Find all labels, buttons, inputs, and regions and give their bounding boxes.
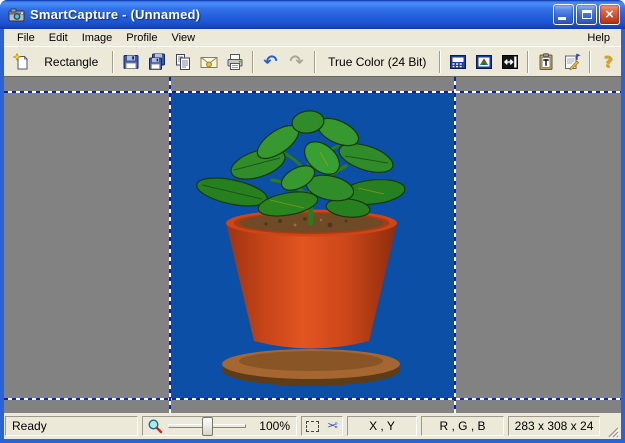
title-bar[interactable]: SmartCapture - (Unnamed) × bbox=[0, 0, 625, 29]
help-button[interactable]: ? bbox=[595, 50, 621, 74]
zoom-slider[interactable] bbox=[168, 424, 246, 428]
selection-marquee-icon[interactable] bbox=[306, 421, 319, 432]
undo-icon: ↶ bbox=[263, 52, 277, 72]
close-button[interactable]: × bbox=[599, 4, 620, 25]
status-message: Ready bbox=[5, 416, 138, 436]
print-button[interactable] bbox=[222, 50, 248, 74]
minimize-button[interactable] bbox=[553, 4, 574, 25]
capture-canvas[interactable] bbox=[4, 76, 621, 413]
selection-tools-panel: ✂ bbox=[301, 416, 343, 436]
window-title: SmartCapture - (Unnamed) bbox=[30, 7, 200, 22]
captured-image-plant[interactable] bbox=[170, 92, 455, 399]
send-mail-icon bbox=[200, 53, 218, 71]
close-icon: × bbox=[605, 5, 614, 24]
menu-file[interactable]: File bbox=[10, 31, 42, 45]
save-icon bbox=[122, 53, 140, 71]
save-all-button[interactable] bbox=[144, 50, 170, 74]
redo-icon: ↷ bbox=[289, 52, 303, 72]
copy-icon bbox=[174, 53, 192, 71]
help-icon: ? bbox=[603, 52, 612, 72]
selection-guide-bottom[interactable] bbox=[4, 398, 621, 400]
color-depth-button[interactable]: True Color (24 Bit) bbox=[320, 50, 435, 74]
image-dimensions-panel: 283 x 308 x 24 bbox=[508, 416, 600, 436]
properties-button[interactable] bbox=[559, 50, 585, 74]
capture-area-settings-icon bbox=[449, 53, 467, 71]
menu-edit[interactable]: Edit bbox=[42, 31, 75, 45]
toolbar-separator bbox=[439, 51, 441, 73]
toolbar-separator bbox=[527, 51, 529, 73]
undo-button[interactable]: ↶ bbox=[258, 50, 284, 74]
status-bar: Ready 100% ✂ X , Y R , G , B 283 x 308 x… bbox=[4, 413, 621, 439]
menu-profile[interactable]: Profile bbox=[119, 31, 164, 45]
paste-text-icon bbox=[537, 53, 555, 71]
print-icon bbox=[226, 53, 244, 71]
invert-colors-button[interactable] bbox=[497, 50, 523, 74]
menu-view[interactable]: View bbox=[164, 31, 202, 45]
selection-guide-right[interactable] bbox=[454, 77, 456, 413]
save-button[interactable] bbox=[118, 50, 144, 74]
properties-icon bbox=[563, 53, 581, 71]
toolbar: Rectangle bbox=[4, 46, 621, 76]
menu-bar: File Edit Image Profile View Help bbox=[4, 29, 621, 46]
resize-grip[interactable] bbox=[605, 424, 620, 439]
zoom-level: 100% bbox=[259, 419, 292, 433]
selection-guide-top[interactable] bbox=[4, 91, 621, 93]
paste-text-button[interactable] bbox=[533, 50, 559, 74]
zoom-panel: 100% bbox=[142, 416, 297, 436]
selection-guide-left[interactable] bbox=[169, 77, 171, 413]
invert-colors-icon bbox=[501, 53, 519, 71]
zoom-slider-thumb[interactable] bbox=[202, 417, 213, 436]
toolbar-separator bbox=[112, 51, 114, 73]
copy-button[interactable] bbox=[170, 50, 196, 74]
color-palette-button[interactable] bbox=[471, 50, 497, 74]
toolbar-separator bbox=[252, 51, 254, 73]
pixel-color-panel: R , G , B bbox=[421, 416, 504, 436]
capture-area-settings-button[interactable] bbox=[445, 50, 471, 74]
magnifier-icon bbox=[147, 418, 163, 434]
app-window: SmartCapture - (Unnamed) × File Edit Ima… bbox=[0, 0, 625, 443]
send-mail-button[interactable] bbox=[196, 50, 222, 74]
color-palette-icon bbox=[475, 53, 493, 71]
menu-image[interactable]: Image bbox=[75, 31, 120, 45]
capture-profile-button[interactable]: Rectangle bbox=[35, 50, 108, 74]
toolbar-separator bbox=[589, 51, 591, 73]
camera-app-icon bbox=[8, 6, 26, 24]
minimize-icon bbox=[558, 17, 566, 20]
new-capture-icon bbox=[13, 53, 31, 71]
save-all-icon bbox=[148, 53, 166, 71]
crop-scissors-icon[interactable]: ✂ bbox=[327, 419, 338, 434]
new-capture-button[interactable] bbox=[9, 50, 35, 74]
cursor-coordinates-panel: X , Y bbox=[347, 416, 417, 436]
maximize-icon bbox=[582, 10, 592, 19]
menu-help[interactable]: Help bbox=[583, 31, 614, 45]
toolbar-separator bbox=[314, 51, 316, 73]
redo-button[interactable]: ↷ bbox=[284, 50, 310, 74]
maximize-button[interactable] bbox=[576, 4, 597, 25]
